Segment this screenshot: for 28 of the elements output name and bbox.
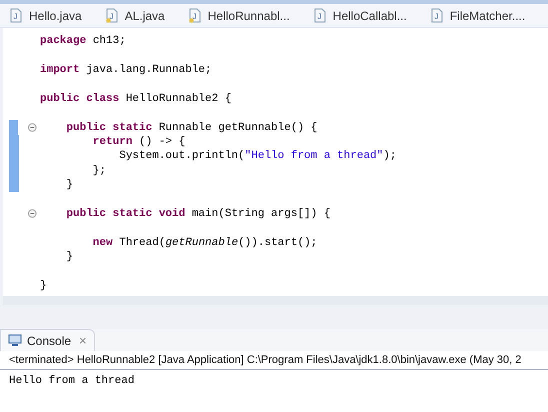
editor-tab[interactable]: J HelloRunnabl...: [188, 6, 291, 24]
code-line: System.out.println("Hello from a thread");: [118, 149, 396, 164]
code-line: }: [40, 278, 47, 293]
code-line: public class HelloRunnable2 {: [40, 92, 232, 106]
code-line: }: [65, 178, 74, 192]
monitor-icon: [8, 334, 22, 347]
editor-tab[interactable]: J Hello.java: [9, 6, 83, 24]
editor-tab[interactable]: J AL.java: [104, 6, 166, 24]
java-file-warning-icon: J: [106, 8, 118, 23]
java-file-icon: J: [430, 8, 443, 23]
console-output: Hello from a thread: [8, 374, 136, 389]
java-file-warning-icon: J: [188, 8, 201, 23]
code-line: public static Runnable getRunnable() {: [65, 120, 318, 135]
fold-collapse-icon[interactable]: [28, 209, 37, 218]
console-tab[interactable]: Console ×: [0, 329, 95, 351]
code-line: }: [65, 250, 74, 264]
code-line: public static void main(String args[]) {: [65, 206, 330, 221]
code-editor[interactable]: [3, 28, 548, 296]
java-file-icon: J: [10, 8, 22, 23]
code-line: import java.lang.Runnable;: [40, 62, 212, 77]
editor-tab[interactable]: J HelloCallabl...: [312, 6, 408, 24]
fold-collapse-icon[interactable]: [28, 123, 37, 132]
java-file-icon: J: [314, 8, 326, 23]
code-line: new Thread(getRunnable()).start();: [92, 236, 318, 250]
editor-tab[interactable]: J FileMatcher....: [430, 6, 526, 24]
code-line: };: [92, 164, 106, 178]
code-line: package ch13;: [40, 34, 126, 48]
code-line: return () -> {: [92, 134, 186, 149]
